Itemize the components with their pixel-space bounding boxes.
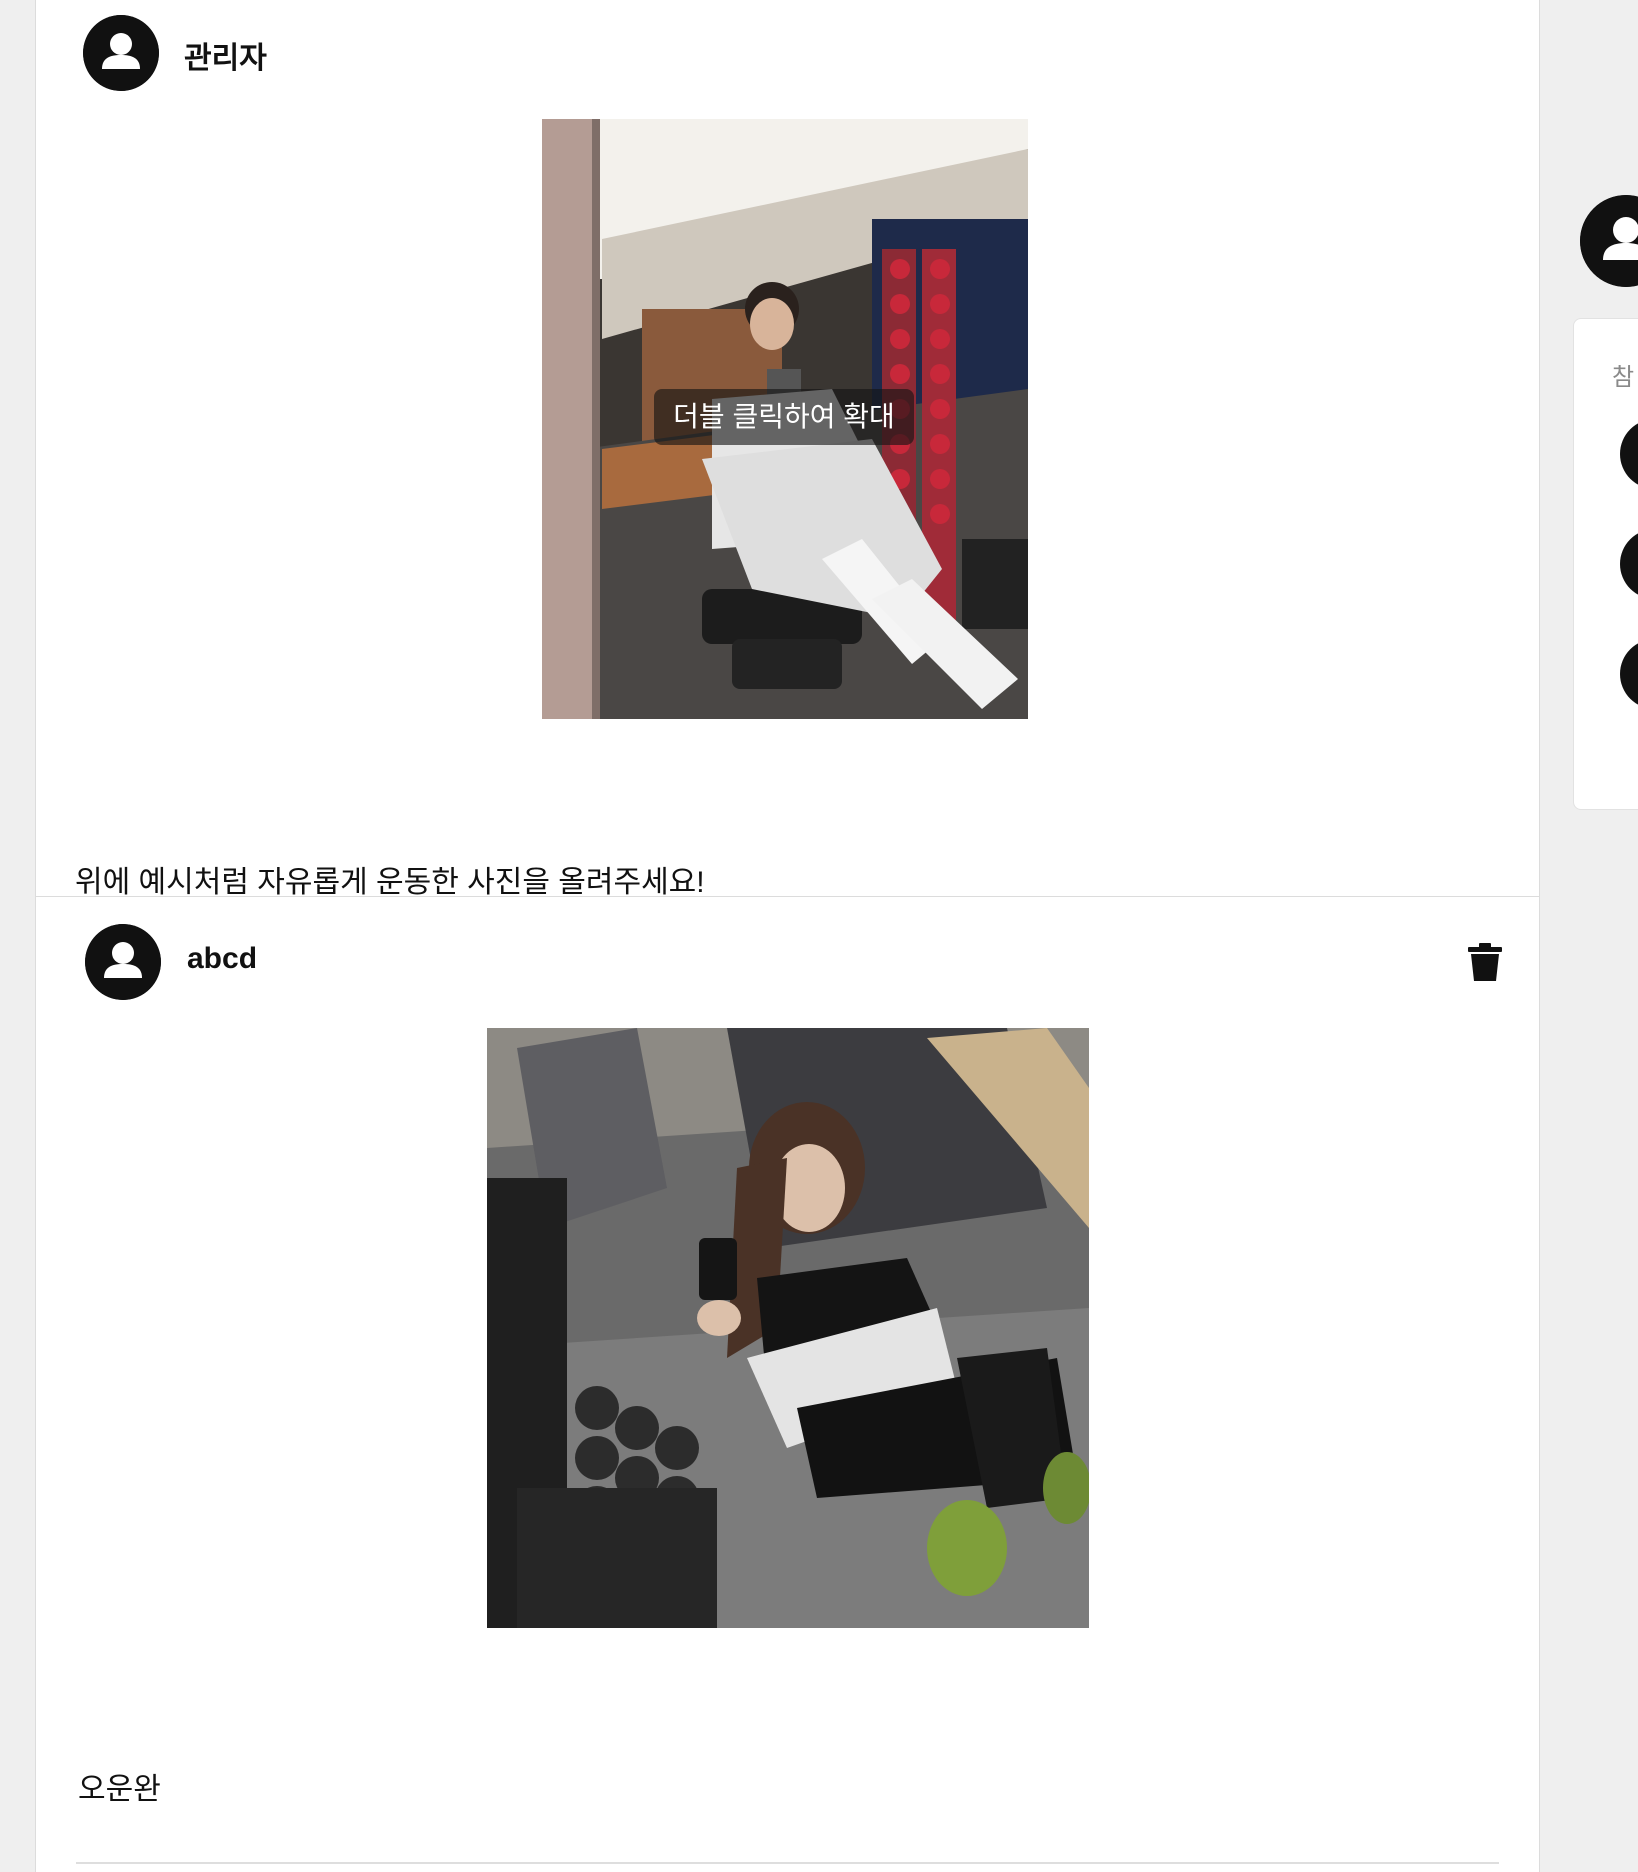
post-card: 관리자 더블 클릭하여 확대 위에 예시처럼 자유롭게 운동한 사진을 올려주세… bbox=[35, 0, 1540, 899]
post-author-name[interactable]: 관리자 bbox=[184, 33, 267, 77]
participant-avatar-icon[interactable] bbox=[1620, 529, 1638, 599]
participant-avatar-icon[interactable] bbox=[1620, 419, 1638, 489]
participants-panel: 참 bbox=[1573, 318, 1638, 810]
post-caption: 위에 예시처럼 자유롭게 운동한 사진을 올려주세요! bbox=[75, 866, 705, 899]
user-avatar-icon[interactable] bbox=[1580, 195, 1638, 287]
user-avatar-icon[interactable] bbox=[85, 924, 161, 1000]
trash-icon[interactable] bbox=[1468, 943, 1502, 981]
post-card: abcd 오운완 bbox=[35, 897, 1540, 1872]
post-photo[interactable]: 더블 클릭하여 확대 bbox=[542, 119, 1028, 719]
participants-label: 참 bbox=[1612, 364, 1635, 391]
comment-divider bbox=[76, 1862, 1499, 1864]
user-avatar-icon[interactable] bbox=[83, 15, 159, 91]
participant-avatar-icon[interactable] bbox=[1620, 639, 1638, 709]
post-author-name[interactable]: abcd bbox=[187, 942, 257, 976]
post-feed: 관리자 더블 클릭하여 확대 위에 예시처럼 자유롭게 운동한 사진을 올려주세… bbox=[35, 0, 1540, 1872]
zoom-hint-tooltip: 더블 클릭하여 확대 bbox=[654, 389, 914, 445]
post-caption: 오운완 bbox=[78, 1773, 161, 1806]
post-photo[interactable] bbox=[487, 1028, 1089, 1628]
